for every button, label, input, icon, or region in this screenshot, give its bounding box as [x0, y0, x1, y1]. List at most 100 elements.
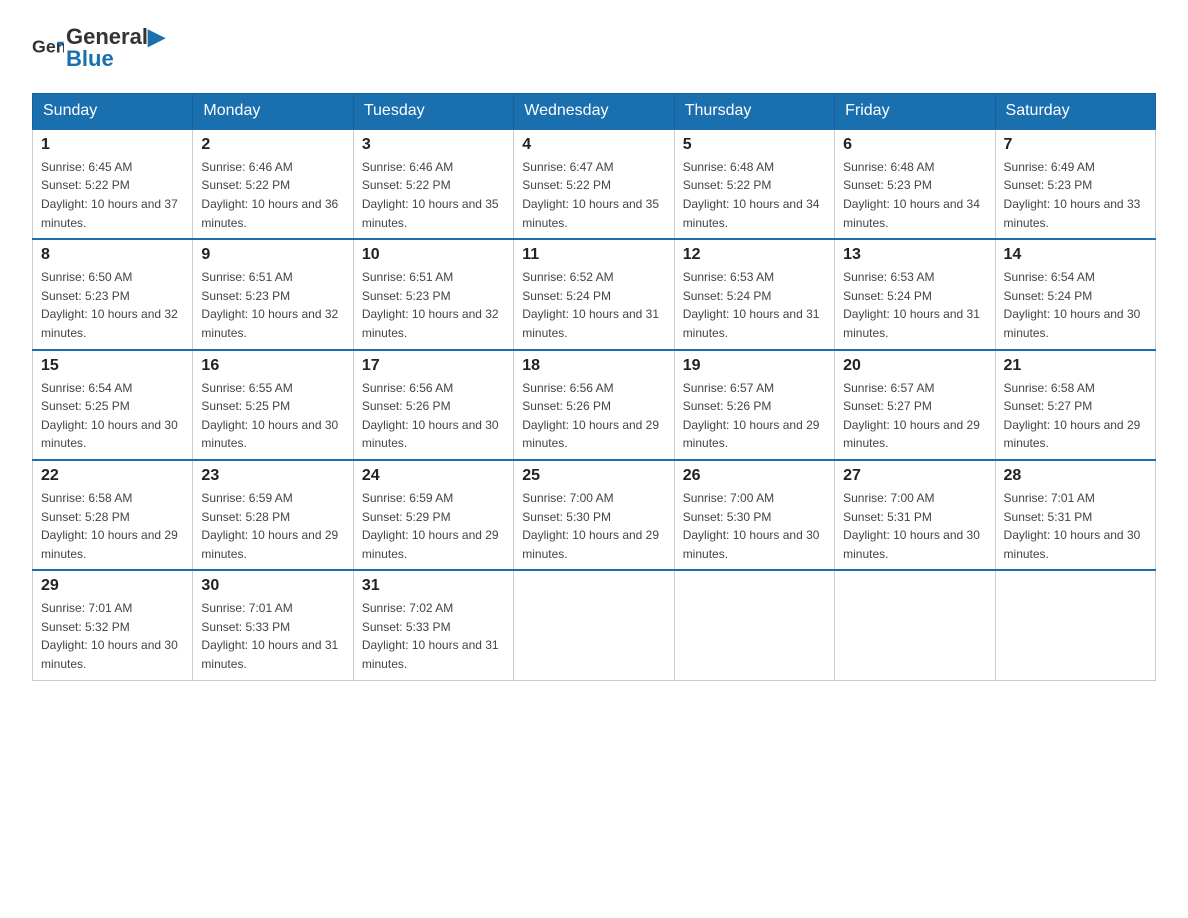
day-info: Sunrise: 7:00 AMSunset: 5:30 PMDaylight:…: [683, 489, 826, 563]
col-friday: Friday: [835, 93, 995, 129]
day-info: Sunrise: 7:02 AMSunset: 5:33 PMDaylight:…: [362, 599, 505, 673]
calendar-cell: 17 Sunrise: 6:56 AMSunset: 5:26 PMDayligh…: [353, 350, 513, 460]
calendar-cell: 3 Sunrise: 6:46 AMSunset: 5:22 PMDaylight…: [353, 129, 513, 239]
calendar-header-row: Sunday Monday Tuesday Wednesday Thursday…: [33, 93, 1156, 129]
day-number: 5: [683, 136, 826, 154]
day-info: Sunrise: 6:58 AMSunset: 5:27 PMDaylight:…: [1004, 379, 1147, 453]
day-info: Sunrise: 7:00 AMSunset: 5:31 PMDaylight:…: [843, 489, 986, 563]
calendar-cell: 14Sunrise: 6:54 AMSunset: 5:24 PMDayligh…: [995, 239, 1155, 349]
day-info: Sunrise: 6:52 AMSunset: 5:24 PMDaylight:…: [522, 268, 665, 342]
calendar-cell: 22 Sunrise: 6:58 AMSunset: 5:28 PMDayligh…: [33, 460, 193, 570]
calendar-week-row: 29Sunrise: 7:01 AMSunset: 5:32 PMDayligh…: [33, 570, 1156, 680]
col-wednesday: Wednesday: [514, 93, 674, 129]
day-info: Sunrise: 6:54 AMSunset: 5:24 PMDaylight:…: [1004, 268, 1147, 342]
calendar-week-row: 22 Sunrise: 6:58 AMSunset: 5:28 PMDayligh…: [33, 460, 1156, 570]
col-thursday: Thursday: [674, 93, 834, 129]
calendar-cell: 12Sunrise: 6:53 AMSunset: 5:24 PMDayligh…: [674, 239, 834, 349]
calendar-cell: 27 Sunrise: 7:00 AMSunset: 5:31 PMDayligh…: [835, 460, 995, 570]
day-info: Sunrise: 6:53 AMSunset: 5:24 PMDaylight:…: [843, 268, 986, 342]
col-saturday: Saturday: [995, 93, 1155, 129]
day-number: 31: [362, 577, 505, 595]
calendar-cell: 13 Sunrise: 6:53 AMSunset: 5:24 PMDayligh…: [835, 239, 995, 349]
day-number: 7: [1004, 136, 1147, 154]
day-number: 8: [41, 246, 184, 264]
calendar-cell: 1 Sunrise: 6:45 AMSunset: 5:22 PMDaylight…: [33, 129, 193, 239]
col-sunday: Sunday: [33, 93, 193, 129]
day-info: Sunrise: 6:50 AMSunset: 5:23 PMDaylight:…: [41, 268, 184, 342]
calendar-week-row: 15 Sunrise: 6:54 AMSunset: 5:25 PMDayligh…: [33, 350, 1156, 460]
day-number: 28: [1004, 467, 1147, 485]
day-number: 2: [201, 136, 344, 154]
day-number: 17: [362, 357, 505, 375]
day-info: Sunrise: 6:46 AMSunset: 5:22 PMDaylight:…: [201, 158, 344, 232]
day-number: 21: [1004, 357, 1147, 375]
day-info: Sunrise: 6:51 AMSunset: 5:23 PMDaylight:…: [201, 268, 344, 342]
calendar-cell: 10 Sunrise: 6:51 AMSunset: 5:23 PMDayligh…: [353, 239, 513, 349]
day-info: Sunrise: 6:59 AMSunset: 5:28 PMDaylight:…: [201, 489, 344, 563]
calendar-cell: [995, 570, 1155, 680]
calendar-cell: 18 Sunrise: 6:56 AMSunset: 5:26 PMDayligh…: [514, 350, 674, 460]
day-info: Sunrise: 7:01 AMSunset: 5:31 PMDaylight:…: [1004, 489, 1147, 563]
day-number: 30: [201, 577, 344, 595]
day-number: 13: [843, 246, 986, 264]
day-info: Sunrise: 6:48 AMSunset: 5:23 PMDaylight:…: [843, 158, 986, 232]
day-info: Sunrise: 6:56 AMSunset: 5:26 PMDaylight:…: [362, 379, 505, 453]
day-info: Sunrise: 6:59 AMSunset: 5:29 PMDaylight:…: [362, 489, 505, 563]
day-info: Sunrise: 7:01 AMSunset: 5:32 PMDaylight:…: [41, 599, 184, 673]
calendar-cell: [674, 570, 834, 680]
calendar-cell: 9 Sunrise: 6:51 AMSunset: 5:23 PMDaylight…: [193, 239, 353, 349]
calendar-cell: 5Sunrise: 6:48 AMSunset: 5:22 PMDaylight…: [674, 129, 834, 239]
calendar-cell: 19Sunrise: 6:57 AMSunset: 5:26 PMDayligh…: [674, 350, 834, 460]
col-tuesday: Tuesday: [353, 93, 513, 129]
day-number: 16: [201, 357, 344, 375]
day-info: Sunrise: 6:54 AMSunset: 5:25 PMDaylight:…: [41, 379, 184, 453]
day-info: Sunrise: 7:01 AMSunset: 5:33 PMDaylight:…: [201, 599, 344, 673]
calendar-table: Sunday Monday Tuesday Wednesday Thursday…: [32, 93, 1156, 681]
calendar-cell: 15 Sunrise: 6:54 AMSunset: 5:25 PMDayligh…: [33, 350, 193, 460]
day-info: Sunrise: 6:46 AMSunset: 5:22 PMDaylight:…: [362, 158, 505, 232]
day-info: Sunrise: 6:57 AMSunset: 5:27 PMDaylight:…: [843, 379, 986, 453]
day-number: 27: [843, 467, 986, 485]
day-number: 18: [522, 357, 665, 375]
day-info: Sunrise: 6:45 AMSunset: 5:22 PMDaylight:…: [41, 158, 184, 232]
day-number: 22: [41, 467, 184, 485]
calendar-cell: 31 Sunrise: 7:02 AMSunset: 5:33 PMDayligh…: [353, 570, 513, 680]
calendar-cell: 24 Sunrise: 6:59 AMSunset: 5:29 PMDayligh…: [353, 460, 513, 570]
header: General General▶ Blue: [32, 24, 1156, 73]
day-number: 26: [683, 467, 826, 485]
day-number: 15: [41, 357, 184, 375]
calendar-cell: 2 Sunrise: 6:46 AMSunset: 5:22 PMDaylight…: [193, 129, 353, 239]
calendar-cell: 21 Sunrise: 6:58 AMSunset: 5:27 PMDayligh…: [995, 350, 1155, 460]
calendar-cell: 29Sunrise: 7:01 AMSunset: 5:32 PMDayligh…: [33, 570, 193, 680]
day-info: Sunrise: 6:47 AMSunset: 5:22 PMDaylight:…: [522, 158, 665, 232]
calendar-cell: 30 Sunrise: 7:01 AMSunset: 5:33 PMDayligh…: [193, 570, 353, 680]
col-monday: Monday: [193, 93, 353, 129]
day-info: Sunrise: 6:49 AMSunset: 5:23 PMDaylight:…: [1004, 158, 1147, 232]
day-number: 19: [683, 357, 826, 375]
logo: General General▶ Blue: [32, 24, 165, 73]
day-number: 24: [362, 467, 505, 485]
day-info: Sunrise: 6:56 AMSunset: 5:26 PMDaylight:…: [522, 379, 665, 453]
day-info: Sunrise: 6:51 AMSunset: 5:23 PMDaylight:…: [362, 268, 505, 342]
calendar-cell: 4 Sunrise: 6:47 AMSunset: 5:22 PMDaylight…: [514, 129, 674, 239]
day-number: 1: [41, 136, 184, 154]
svg-text:General: General: [32, 37, 64, 57]
calendar-cell: 28 Sunrise: 7:01 AMSunset: 5:31 PMDayligh…: [995, 460, 1155, 570]
day-number: 9: [201, 246, 344, 264]
calendar-cell: 6 Sunrise: 6:48 AMSunset: 5:23 PMDaylight…: [835, 129, 995, 239]
day-number: 20: [843, 357, 986, 375]
logo-icon: General: [32, 34, 64, 62]
day-number: 11: [522, 246, 665, 264]
day-info: Sunrise: 6:58 AMSunset: 5:28 PMDaylight:…: [41, 489, 184, 563]
logo-blue: Blue: [66, 46, 165, 72]
day-number: 23: [201, 467, 344, 485]
day-number: 4: [522, 136, 665, 154]
day-number: 10: [362, 246, 505, 264]
calendar-cell: 8 Sunrise: 6:50 AMSunset: 5:23 PMDaylight…: [33, 239, 193, 349]
day-number: 6: [843, 136, 986, 154]
calendar-cell: 25Sunrise: 7:00 AMSunset: 5:30 PMDayligh…: [514, 460, 674, 570]
day-info: Sunrise: 6:53 AMSunset: 5:24 PMDaylight:…: [683, 268, 826, 342]
calendar-cell: [835, 570, 995, 680]
day-number: 3: [362, 136, 505, 154]
calendar-cell: [514, 570, 674, 680]
